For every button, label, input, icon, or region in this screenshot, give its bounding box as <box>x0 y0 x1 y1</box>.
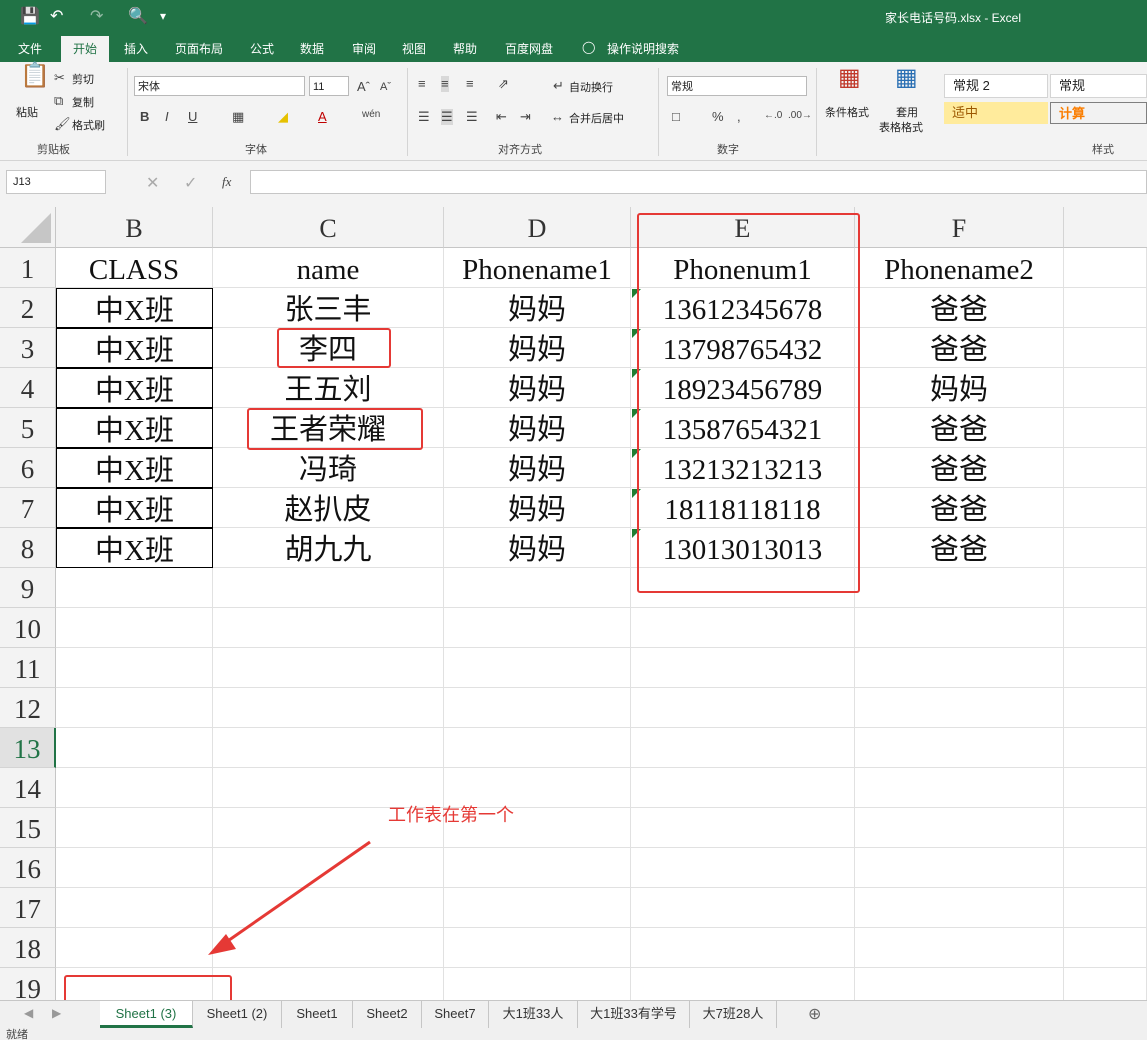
copy-icon[interactable]: ⧉ <box>54 93 63 109</box>
merge-center-icon[interactable]: ↔ <box>551 109 564 125</box>
align-middle-icon[interactable]: ≡ <box>441 76 449 92</box>
font-group-label: 字体 <box>245 144 267 156</box>
name-box[interactable]: J13 <box>6 170 106 194</box>
ribbon-tabs: 文件 开始 插入 页面布局 公式 数据 审阅 视图 帮助 百度网盘 ◯ 操作说明… <box>0 34 1147 65</box>
align-left-icon[interactable]: ☰ <box>418 109 430 125</box>
insert-function-icon[interactable]: fx <box>222 174 231 190</box>
number-format-select[interactable]: 常规 <box>667 76 807 96</box>
increase-indent-icon[interactable]: ⇥ <box>520 109 531 125</box>
ribbon: 📋 粘贴 ✂ 剪切 ⧉ 复制 🖌 格式刷 剪贴板 宋体 11 Aˆ Aˇ B I… <box>0 62 1147 161</box>
sheet-tab[interactable]: Sheet1 (3) <box>100 1001 193 1028</box>
copy-button[interactable]: 复制 <box>72 94 94 110</box>
print-preview-icon[interactable]: 🔍 <box>128 6 148 26</box>
ribbon-divider <box>816 68 817 156</box>
tab-data[interactable]: 数据 <box>300 40 324 57</box>
sheet-tab[interactable]: Sheet1 <box>282 1001 353 1028</box>
lightbulb-icon: ◯ <box>582 40 596 54</box>
sheet-tab[interactable]: 大1班33有学号 <box>578 1001 690 1028</box>
decrease-font-icon[interactable]: Aˇ <box>380 79 391 95</box>
font-name-select[interactable]: 宋体 <box>134 76 305 96</box>
tab-insert[interactable]: 插入 <box>124 40 148 57</box>
paste-icon[interactable]: 📋 <box>20 64 50 88</box>
style-calculation[interactable]: 计算 <box>1050 102 1147 124</box>
title-bar: 💾 ↶ ↷ 🔍 ▾ 家长电话号码.xlsx - Excel <box>0 0 1147 34</box>
customize-qat-icon[interactable]: ▾ <box>160 9 166 23</box>
decrease-decimal-icon[interactable]: .00→ <box>788 108 812 124</box>
wrap-text-icon[interactable]: ↵ <box>553 78 564 94</box>
fill-color-icon[interactable]: ◢ <box>278 109 288 125</box>
format-as-table-icon[interactable]: ▦ <box>895 66 918 90</box>
tab-home[interactable]: 开始 <box>61 36 110 65</box>
increase-decimal-icon[interactable]: ←.0 <box>764 108 782 124</box>
new-sheet-icon[interactable]: ⊕ <box>808 1004 821 1024</box>
redo-icon[interactable]: ↷ <box>90 6 103 26</box>
format-as-table-line2[interactable]: 表格格式 <box>879 119 923 135</box>
sheet-tab-bar: ◀ ▶ Sheet1 (3) Sheet1 (2) Sheet1 Sheet2 … <box>0 1000 1147 1029</box>
window-title: 家长电话号码.xlsx - Excel <box>885 11 1022 25</box>
paste-button[interactable]: 粘贴 <box>16 104 38 120</box>
enter-icon[interactable]: ✓ <box>184 173 197 193</box>
conditional-format-button[interactable]: 条件格式 <box>825 104 869 120</box>
conditional-format-icon[interactable]: ▦ <box>838 66 861 90</box>
highlight-box-sheet-tab <box>64 975 232 1000</box>
comma-style-icon[interactable]: , <box>737 109 741 125</box>
scroll-left-icon[interactable]: ◀ <box>24 1006 33 1020</box>
styles-group-label: 样式 <box>1092 144 1114 156</box>
style-normal2[interactable]: 常规 2 <box>944 74 1048 98</box>
tab-formulas[interactable]: 公式 <box>250 40 274 57</box>
align-bottom-icon[interactable]: ≡ <box>466 76 474 92</box>
tab-help[interactable]: 帮助 <box>453 40 477 57</box>
worksheet-grid[interactable]: B C D E F 1 2 3 4 5 6 7 8 9 10 11 12 13 14 15 16 17 18 19 … <box>0 207 1147 1000</box>
save-icon[interactable]: 💾 <box>20 6 40 26</box>
ribbon-divider <box>127 68 128 156</box>
format-painter-icon[interactable]: 🖌 <box>54 116 71 132</box>
sheet-tab[interactable]: 大7班28人 <box>690 1001 777 1028</box>
scroll-right-icon[interactable]: ▶ <box>52 1006 61 1020</box>
phonetic-guide-icon[interactable]: wén <box>362 107 380 123</box>
cancel-icon[interactable]: ✕ <box>146 173 159 193</box>
font-color-icon[interactable]: A <box>318 109 327 125</box>
status-bar: 就绪 <box>0 1028 1147 1041</box>
increase-font-icon[interactable]: Aˆ <box>357 79 370 95</box>
number-group-label: 数字 <box>717 144 739 156</box>
formula-input[interactable] <box>250 170 1147 194</box>
format-as-table-line1[interactable]: 套用 <box>896 104 918 120</box>
ribbon-divider <box>407 68 408 156</box>
tab-file[interactable]: 文件 <box>18 40 42 57</box>
percent-icon[interactable]: % <box>712 109 724 125</box>
annotation-arrow <box>208 840 371 955</box>
style-neutral[interactable]: 适中 <box>944 102 1048 124</box>
undo-icon[interactable]: ↶ <box>50 6 63 26</box>
sheet-tab[interactable]: Sheet1 (2) <box>193 1001 282 1028</box>
sheet-tab[interactable]: 大1班33人 <box>489 1001 578 1028</box>
sheet-tab[interactable]: Sheet7 <box>422 1001 489 1028</box>
underline-icon[interactable]: U <box>188 109 197 125</box>
sheet-tab[interactable]: Sheet2 <box>353 1001 422 1028</box>
tab-review[interactable]: 审阅 <box>352 40 376 57</box>
style-normal[interactable]: 常规 <box>1050 74 1147 98</box>
clipboard-group-label: 剪贴板 <box>37 144 70 156</box>
align-top-icon[interactable]: ≡ <box>418 76 426 92</box>
tab-baidu-netdisk[interactable]: 百度网盘 <box>505 40 553 57</box>
cut-button[interactable]: 剪切 <box>72 71 94 87</box>
merge-center-button[interactable]: 合并后居中 <box>569 110 624 126</box>
tab-view[interactable]: 视图 <box>402 40 426 57</box>
decrease-indent-icon[interactable]: ⇤ <box>496 109 507 125</box>
borders-icon[interactable]: ▦ <box>232 109 244 125</box>
scissors-icon[interactable]: ✂ <box>54 70 65 86</box>
align-center-icon[interactable]: ☰ <box>441 109 453 125</box>
align-right-icon[interactable]: ☰ <box>466 109 478 125</box>
currency-icon[interactable]: □ <box>672 109 680 125</box>
format-painter-button[interactable]: 格式刷 <box>72 117 105 133</box>
wrap-text-button[interactable]: 自动换行 <box>569 79 613 95</box>
orientation-icon[interactable]: ⇗ <box>498 76 509 92</box>
font-size-select[interactable]: 11 <box>309 76 349 96</box>
alignment-group-label: 对齐方式 <box>498 144 542 156</box>
ribbon-divider <box>658 68 659 156</box>
italic-icon[interactable]: I <box>165 109 169 125</box>
tell-me-search[interactable]: 操作说明搜索 <box>607 40 679 57</box>
tab-page-layout[interactable]: 页面布局 <box>175 40 223 57</box>
bold-icon[interactable]: B <box>140 109 149 125</box>
